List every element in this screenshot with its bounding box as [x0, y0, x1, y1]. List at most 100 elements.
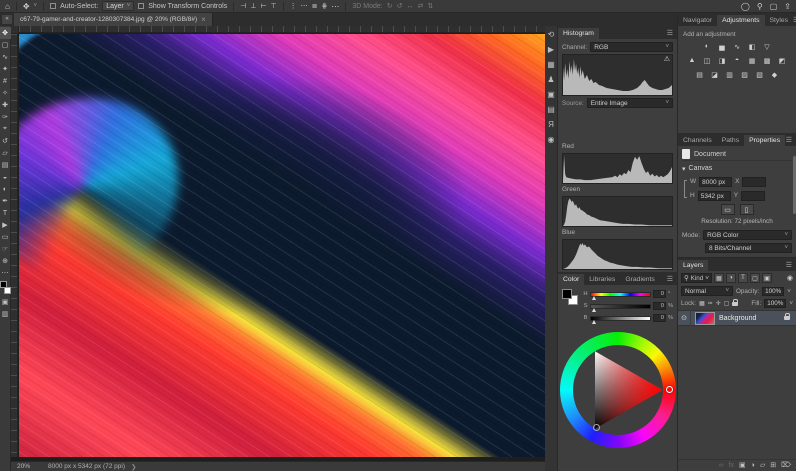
- tab-layers[interactable]: Layers: [678, 260, 708, 271]
- filter-toggle-icon[interactable]: ◉: [787, 274, 793, 282]
- curves-icon[interactable]: ∿: [732, 42, 743, 51]
- type-tool-icon[interactable]: T: [0, 207, 11, 219]
- filter-type-layers-icon[interactable]: T: [738, 273, 748, 283]
- layer-filter-dropdown[interactable]: ⚲ Kind ˅: [681, 273, 712, 283]
- distribute-widths-icon[interactable]: ⋕: [322, 0, 328, 13]
- opacity-field[interactable]: 100%: [762, 287, 784, 296]
- slider-thumb[interactable]: [592, 308, 596, 312]
- hue-value[interactable]: 0: [653, 290, 666, 298]
- photo-filter-icon[interactable]: ◓: [732, 56, 743, 65]
- solid-color-icon[interactable]: ◆: [769, 70, 780, 79]
- panel-menu-icon[interactable]: ☰: [667, 275, 677, 285]
- tab-properties[interactable]: Properties: [744, 135, 785, 146]
- channel-dropdown[interactable]: RGB ˅: [590, 42, 673, 52]
- search-icon[interactable]: ⚲: [757, 0, 763, 13]
- brightness-value[interactable]: 0: [653, 314, 666, 322]
- panel-menu-icon[interactable]: ☰: [786, 136, 796, 146]
- saturation-slider[interactable]: [590, 304, 651, 309]
- tab-styles[interactable]: Styles: [765, 15, 794, 26]
- gradient-tool-icon[interactable]: ▤: [0, 159, 11, 171]
- height-field[interactable]: 5342 px: [698, 191, 731, 201]
- eraser-tool-icon[interactable]: ▱: [0, 147, 11, 159]
- quick-mask-icon[interactable]: ▣: [0, 296, 11, 308]
- layer-name[interactable]: Background: [719, 315, 756, 322]
- invert-icon[interactable]: ◩: [777, 56, 788, 65]
- 3d-roll-icon[interactable]: ↺: [397, 0, 403, 13]
- bit-depth-dropdown[interactable]: 8 Bits/Channel ˅: [705, 243, 792, 253]
- distribute-heights-icon[interactable]: ≣: [312, 0, 318, 13]
- share-icon[interactable]: ⇪: [784, 0, 791, 13]
- hue-saturation-icon[interactable]: ▲: [687, 56, 698, 65]
- history-brush-tool-icon[interactable]: ↺: [0, 135, 11, 147]
- fill-field[interactable]: 100%: [764, 299, 786, 308]
- saturation-value[interactable]: 0: [653, 302, 666, 310]
- brightness-contrast-icon[interactable]: ◐: [702, 42, 713, 51]
- tab-navigator[interactable]: Navigator: [678, 15, 717, 26]
- character-panel-icon[interactable]: ▣: [547, 91, 555, 99]
- screen-mode-icon[interactable]: ▥: [0, 308, 11, 320]
- zoom-level[interactable]: 20%: [17, 463, 30, 470]
- brush-tool-icon[interactable]: ✑: [0, 111, 11, 123]
- panel-menu-icon[interactable]: ☰: [786, 261, 796, 271]
- slider-thumb[interactable]: [592, 320, 596, 324]
- ruler-corner[interactable]: [11, 26, 19, 34]
- horizontal-ruler[interactable]: [19, 26, 545, 33]
- account-icon[interactable]: ◯: [741, 0, 750, 13]
- color-lookup-icon[interactable]: ▩: [762, 56, 773, 65]
- crop-tool-icon[interactable]: #: [0, 75, 11, 87]
- black-white-icon[interactable]: ◨: [717, 56, 728, 65]
- filter-adjustment-layers-icon[interactable]: ◑: [726, 273, 736, 283]
- zoom-tool-icon[interactable]: ⊕: [0, 255, 11, 267]
- auto-select-checkbox[interactable]: [50, 3, 56, 9]
- align-center-h-icon[interactable]: ⊥: [250, 0, 256, 13]
- slider-thumb[interactable]: [592, 296, 596, 300]
- libraries-panel-icon[interactable]: ♟: [547, 76, 554, 84]
- hand-tool-icon[interactable]: ☞: [0, 243, 11, 255]
- tab-color[interactable]: Color: [558, 274, 584, 285]
- show-transform-checkbox[interactable]: [138, 3, 144, 9]
- vertical-ruler[interactable]: [11, 34, 18, 457]
- layer-effects-icon[interactable]: fx: [729, 461, 734, 471]
- exposure-icon[interactable]: ◧: [747, 42, 758, 51]
- align-top-icon[interactable]: ⊤: [271, 0, 277, 13]
- lock-all-icon[interactable]: [732, 302, 738, 306]
- align-right-icon[interactable]: ⊢: [260, 0, 266, 13]
- eyedropper-tool-icon[interactable]: ✧: [0, 87, 11, 99]
- align-left-icon[interactable]: ⊣: [240, 0, 246, 13]
- background-color-swatch[interactable]: [4, 287, 11, 294]
- path-selection-tool-icon[interactable]: ▶: [0, 219, 11, 231]
- levels-icon[interactable]: ▅: [717, 42, 728, 51]
- tab-gradients[interactable]: Gradients: [620, 274, 659, 285]
- paragraph-panel-icon[interactable]: ▤: [547, 106, 555, 114]
- tab-histogram[interactable]: Histogram: [558, 28, 599, 39]
- link-dimensions-icon[interactable]: [684, 180, 687, 198]
- color-mode-dropdown[interactable]: RGB Color ˅: [703, 230, 792, 240]
- distribute-horizontal-icon[interactable]: ⋯: [301, 0, 308, 13]
- layer-row-background[interactable]: ⊙ Background: [678, 310, 796, 326]
- threshold-icon[interactable]: ◪: [709, 70, 720, 79]
- add-mask-icon[interactable]: ▣: [739, 461, 746, 471]
- edit-toolbar-icon[interactable]: ⋯: [0, 267, 11, 279]
- panel-menu-icon[interactable]: ☰: [667, 29, 677, 39]
- clone-stamp-tool-icon[interactable]: ⌖: [0, 123, 11, 135]
- tab-adjustments[interactable]: Adjustments: [717, 15, 764, 26]
- auto-select-dropdown[interactable]: Layer ˅: [102, 1, 134, 11]
- color-wheel[interactable]: [560, 332, 676, 448]
- chevron-down-icon[interactable]: ˅: [787, 288, 791, 295]
- lock-image-icon[interactable]: ✑: [708, 300, 713, 307]
- dodge-tool-icon[interactable]: ◐: [0, 183, 11, 195]
- layer-visibility-eye-icon[interactable]: ⊙: [678, 310, 691, 326]
- lock-transparency-icon[interactable]: ▦: [699, 300, 705, 307]
- status-chevron-icon[interactable]: ❯: [131, 463, 136, 471]
- filter-pixel-layers-icon[interactable]: ▦: [714, 273, 724, 283]
- new-group-icon[interactable]: ▱: [760, 461, 765, 471]
- pen-tool-icon[interactable]: ✒: [0, 195, 11, 207]
- foreground-color-swatch[interactable]: [562, 289, 572, 299]
- collapse-tabs-icon[interactable]: «: [2, 15, 12, 24]
- 3d-pan-icon[interactable]: ↔: [407, 0, 414, 13]
- color-indicator[interactable]: [593, 424, 600, 431]
- delete-layer-icon[interactable]: ⌦: [781, 461, 791, 471]
- portrait-orientation-icon[interactable]: ▯: [740, 204, 754, 215]
- move-tool-preset-icon[interactable]: ✥: [23, 0, 30, 13]
- selective-color-icon[interactable]: ▨: [739, 70, 750, 79]
